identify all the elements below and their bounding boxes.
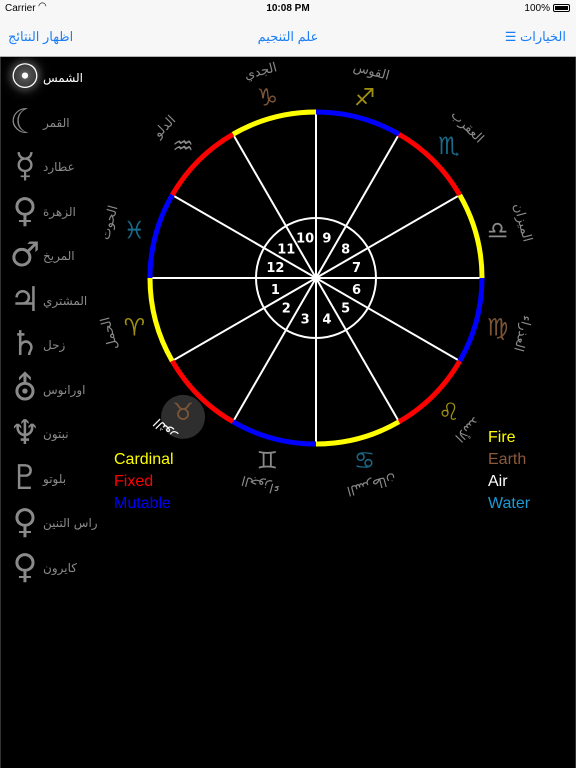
element-legend-item: Air bbox=[488, 473, 508, 490]
pisces-icon: ♓ bbox=[124, 216, 146, 244]
modality-legend-item: Fixed bbox=[114, 473, 154, 490]
page-title: علم التنجيم bbox=[257, 29, 319, 44]
house-number: 8 bbox=[341, 242, 350, 257]
sign-name: الحوت bbox=[98, 204, 122, 242]
sagittarius-icon: ♐ bbox=[354, 83, 376, 111]
battery-icon bbox=[553, 4, 570, 12]
house-number: 10 bbox=[296, 231, 314, 246]
house-number: 5 bbox=[341, 302, 350, 317]
sign-name: العذراء bbox=[510, 314, 534, 353]
house-number: 1 bbox=[271, 283, 280, 298]
house-number: 2 bbox=[282, 302, 291, 317]
sign-arc bbox=[457, 193, 485, 279]
house-number: 12 bbox=[266, 261, 284, 276]
clock: 10:08 PM bbox=[266, 3, 310, 14]
house-number: 4 bbox=[322, 313, 331, 328]
house-number: 11 bbox=[277, 242, 295, 257]
modality-legend-item: Mutable bbox=[114, 495, 171, 512]
aquarius-icon: ♒ bbox=[172, 132, 194, 160]
sign-name: الميزان bbox=[510, 202, 535, 244]
sign-name: الحمل bbox=[98, 315, 121, 351]
house-number: 9 bbox=[322, 231, 331, 246]
virgo-icon: ♍ bbox=[487, 314, 509, 342]
aries-icon: ♈ bbox=[124, 314, 146, 342]
modality-legend: Cardinal Fixed Mutable bbox=[114, 449, 174, 515]
navigation-bar: اظهار النتائج علم التنجيم ☰ الخيارات bbox=[0, 16, 576, 57]
sign-name: الجوزاء bbox=[240, 472, 281, 497]
taurus-icon: ♉ bbox=[172, 398, 194, 426]
status-bar: Carrier ◠ 10:08 PM 100% bbox=[0, 0, 576, 16]
element-legend-item: Water bbox=[488, 495, 531, 512]
sign-arc bbox=[231, 109, 317, 137]
sign-arc bbox=[315, 109, 401, 137]
sign-arc bbox=[231, 419, 317, 447]
options-menu-button[interactable]: ☰ الخيارات bbox=[505, 29, 566, 45]
element-legend-item: Fire bbox=[488, 429, 516, 446]
sign-arc bbox=[457, 277, 485, 363]
sign-arc bbox=[315, 419, 401, 447]
capricorn-icon: ♑ bbox=[257, 83, 279, 111]
modality-legend-item: Cardinal bbox=[114, 451, 174, 468]
zodiac-wheel: 123 456789101112♈الحمل♉الثور♊الجوزاء♋السر… bbox=[98, 60, 535, 498]
gemini-icon: ♊ bbox=[257, 447, 279, 475]
sign-arc bbox=[147, 277, 175, 363]
sign-name: الجدي bbox=[243, 60, 279, 83]
scorpio-icon: ♏ bbox=[438, 132, 460, 160]
battery-percent: 100% bbox=[524, 3, 550, 14]
wheel-center bbox=[313, 275, 319, 281]
chart-area: ☉ الشمس ☾ القمر ☿ عطارد ♀ الزهرة ♂ المريخ ♃ المشتري… bbox=[0, 57, 576, 768]
house-number: 7 bbox=[352, 261, 361, 276]
element-legend: Fire Earth Air Water bbox=[488, 427, 530, 515]
house-number: 6 bbox=[352, 283, 361, 298]
element-legend-item: Earth bbox=[488, 451, 527, 468]
sign-arc bbox=[147, 193, 175, 279]
house-number: 3 bbox=[301, 313, 310, 328]
leo-icon: ♌ bbox=[438, 398, 460, 426]
cancer-icon: ♋ bbox=[354, 447, 376, 475]
libra-icon: ♎ bbox=[487, 216, 509, 244]
sign-name: القوس bbox=[352, 60, 391, 84]
